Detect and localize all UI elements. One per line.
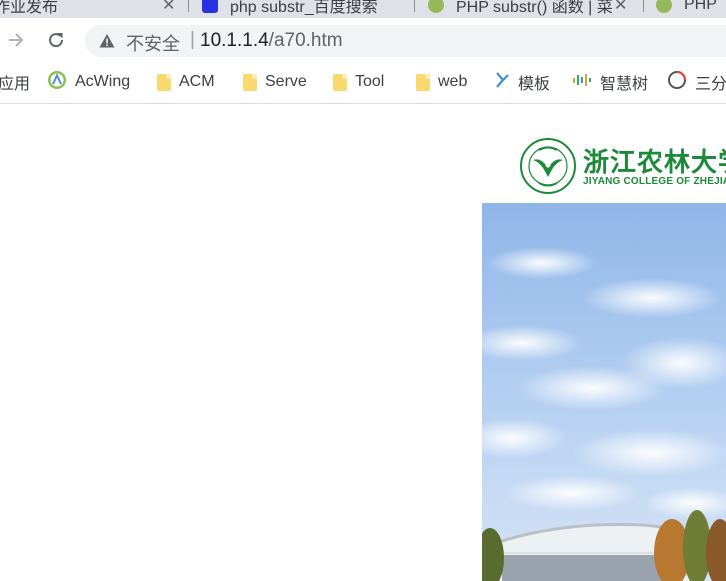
folder-icon [333,73,347,91]
bookmark-label: AcWing [75,73,131,90]
reload-button[interactable] [42,26,70,54]
bookmark-template[interactable]: 模板 [494,71,551,94]
tab-separator [188,0,189,12]
template-icon [494,71,510,94]
runoob-icon [428,0,444,13]
folder-icon [243,73,257,91]
folder-icon [157,73,171,91]
close-icon[interactable]: ✕ [162,0,175,15]
reload-icon [49,33,64,48]
security-separator: | [190,29,195,50]
tab-strip: 作业发布 ✕ php substr_百度搜索 PHP substr() 函数 |… [0,0,726,18]
bookmark-label: Tool [355,73,385,90]
security-label[interactable]: 不安全 [126,30,180,56]
tab-separator [643,0,644,12]
bookmark-folder-serve[interactable]: Serve [243,72,307,92]
tab-php[interactable]: PHP [656,0,726,18]
tab-separator [414,0,415,12]
url-text[interactable]: 10.1.1.4/a70.htm [200,30,343,52]
bookmark-label: 应用 [0,76,31,93]
forward-button[interactable] [2,26,30,54]
tab-title: 作业发布 [0,0,59,16]
bookmark-folder-acm[interactable]: ACM [157,72,215,92]
college-emblem-icon [520,138,576,194]
campus-photo [482,203,726,581]
tab-homework[interactable]: 作业发布 ✕ [0,0,180,18]
browser-toolbar: 不安全 | 10.1.1.4/a70.htm [0,18,726,63]
bookmark-acwing[interactable]: AcWing [47,70,131,95]
runoob-icon [656,0,672,13]
url-path: /a70.htm [268,30,343,51]
bookmark-folder-tool[interactable]: Tool [333,72,384,92]
url-host: 10.1.1.4 [200,30,269,51]
address-bar[interactable]: 不安全 | 10.1.1.4/a70.htm [85,25,726,57]
logo-subtitle: JIYANG COLLEGE OF ZHEJIANG A&F UNIVERSIT… [583,176,726,187]
tab-php-substr[interactable]: PHP substr() 函数 | 菜 ✕ [428,0,638,18]
bookmark-sanfen[interactable]: 三分 [667,70,726,95]
bookmark-label: 模板 [518,76,551,93]
arrow-right-icon [9,33,24,47]
circle-icon [667,70,687,95]
bookmark-label: web [438,73,468,90]
bookmark-label: ACM [179,73,215,90]
tab-title: php substr_百度搜索 [230,0,378,16]
baidu-icon [202,0,218,13]
acwing-icon [47,70,67,95]
close-icon[interactable]: ✕ [614,0,627,15]
bookmark-apps[interactable]: 应用 [0,72,31,93]
folder-icon [416,73,430,91]
page-content: 浙江农林大学 JIYANG COLLEGE OF ZHEJIANG A&F UN… [0,104,726,581]
tab-title: PHP substr() 函数 | 菜 [456,0,613,16]
tab-title: PHP [684,0,717,13]
logo-title: 浙江农林大学 [583,148,726,178]
bookmark-label: Serve [265,73,307,90]
warning-icon[interactable] [99,33,115,49]
zhihuishu-icon [572,72,592,93]
bookmark-zhihuishu[interactable]: 智慧树 [572,72,649,93]
college-logo[interactable]: 浙江农林大学 JIYANG COLLEGE OF ZHEJIANG A&F UN… [519,137,726,195]
bookmark-folder-web[interactable]: web [416,72,467,92]
tab-baidu-search[interactable]: php substr_百度搜索 [202,0,412,18]
bookmarks-bar: 应用 AcWing ACM Serve Tool web 模板 智慧树 三分 [0,63,726,104]
bookmark-label: 三分 [695,76,726,93]
bookmark-label: 智慧树 [600,76,649,93]
